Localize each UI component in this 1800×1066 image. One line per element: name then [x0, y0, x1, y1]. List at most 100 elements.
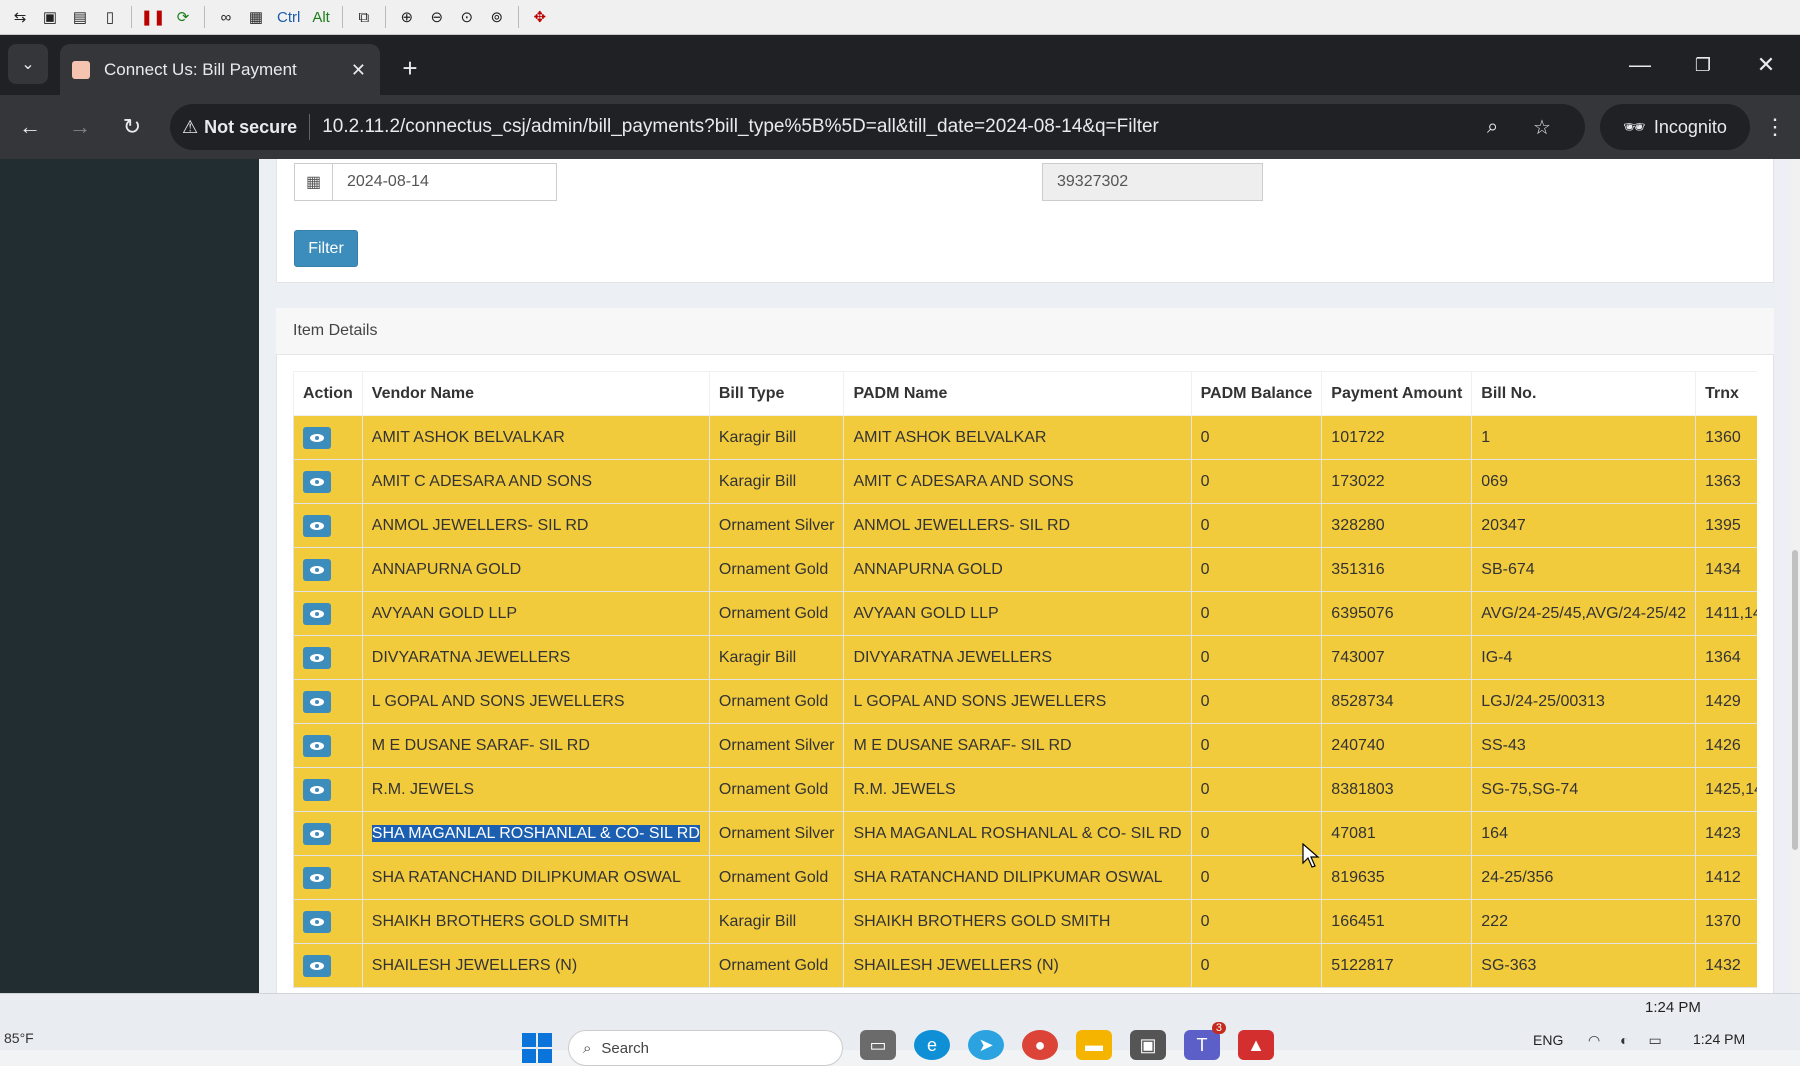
table-row: R.M. JEWELS Ornament Gold R.M. JEWELS 0 8381… — [293, 767, 1757, 812]
view-eye-icon[interactable] — [303, 734, 331, 757]
refresh-icon[interactable]: ⟳ — [171, 5, 195, 29]
language-indicator[interactable]: ENG — [1533, 1032, 1563, 1048]
url-text[interactable]: 10.2.11.2/connectus_csj/admin/bill_payme… — [322, 116, 1159, 138]
bill-payments-table: Action Vendor Name Bill Type PADM Name PADM … — [293, 371, 1757, 988]
till-date-input[interactable] — [333, 164, 556, 200]
cell-text: AMIT C ADESARA AND SONS — [371, 472, 592, 490]
view-eye-icon[interactable] — [303, 646, 331, 669]
filter-button[interactable]: Filter — [294, 230, 358, 267]
address-bar[interactable]: ⚠ Not secure 10.2.11.2/connectus_csj/adm… — [170, 104, 1585, 150]
forward-icon[interactable]: → — [60, 107, 100, 147]
view-eye-icon[interactable] — [303, 778, 331, 801]
table-cell: AVYAAN GOLD LLP — [843, 591, 1192, 636]
ctrl-key-button[interactable]: Ctrl — [274, 9, 303, 26]
alt-key-button[interactable]: Alt — [309, 9, 333, 26]
cell-text: AVG/24-25/45,AVG/24-25/42 — [1481, 604, 1687, 622]
tab-close-icon[interactable]: ✕ — [351, 60, 366, 81]
minimize-icon[interactable]: — — [1620, 45, 1660, 85]
table-cell: 166451 — [1321, 899, 1473, 944]
back-icon[interactable]: ← — [10, 107, 50, 147]
table-cell: AVG/24-25/45,AVG/24-25/42 — [1471, 591, 1697, 636]
cell-text: 351316 — [1331, 560, 1385, 578]
zoom-in-icon[interactable]: ⊕ — [395, 5, 419, 29]
file-explorer-icon[interactable]: ▬ — [1076, 1030, 1112, 1060]
warning-icon: ⚠ — [182, 116, 199, 137]
table-cell: Ornament Gold — [708, 591, 845, 636]
bookmark-star-icon[interactable]: ☆ — [1533, 115, 1551, 140]
tab-search-icon[interactable]: ⌄ — [8, 44, 48, 84]
start-icon[interactable] — [522, 1033, 552, 1063]
chrome-icon[interactable]: ● — [1022, 1030, 1058, 1060]
view-eye-icon[interactable] — [303, 558, 331, 581]
zoom-fit-icon[interactable]: ⊙ — [455, 5, 479, 29]
window-close-icon[interactable]: ✕ — [1746, 45, 1786, 85]
new-tab-icon[interactable]: + — [390, 48, 430, 88]
cell-text: 0 — [1200, 824, 1210, 842]
taskbar-search[interactable]: ⌕ Search — [568, 1030, 843, 1066]
incognito-badge[interactable]: 🕶 Incognito — [1600, 104, 1750, 150]
task-view-icon[interactable]: ▭ — [860, 1030, 896, 1060]
cell-text: SG-75,SG-74 — [1481, 780, 1579, 798]
table-cell: 5122817 — [1321, 943, 1473, 988]
mouse-cursor-icon — [1302, 843, 1320, 868]
table-cell: 1395 — [1695, 503, 1757, 548]
teams-icon[interactable]: T 3 — [1184, 1022, 1226, 1060]
taskbar-clock[interactable]: 1:24 PM — [1693, 1031, 1745, 1047]
action-cell — [293, 679, 363, 724]
cell-text: SHA RATANCHAND DILIPKUMAR OSWAL — [853, 868, 1163, 886]
table-cell: Ornament Silver — [708, 723, 845, 768]
view-eye-icon[interactable] — [303, 470, 331, 493]
browser-menu-icon[interactable]: ⋮ — [1760, 107, 1790, 147]
table-cell: 0 — [1190, 503, 1323, 548]
remote-desktop-icon[interactable]: ▣ — [1130, 1030, 1166, 1060]
table-row: M E DUSANE SARAF- SIL RD Ornament Silver M… — [293, 723, 1757, 768]
table-cell: 47081 — [1321, 811, 1473, 856]
cell-text: 240740 — [1331, 736, 1385, 754]
document-icon[interactable]: ▯ — [98, 5, 122, 29]
copy-icon[interactable]: ⧉ — [352, 5, 376, 29]
table-cell: 101722 — [1321, 415, 1473, 460]
transfer-icon[interactable]: ⇆ — [8, 5, 32, 29]
restore-icon[interactable]: ❐ — [1683, 45, 1723, 85]
link-icon[interactable]: ∞ — [214, 5, 238, 29]
scrollbar-thumb[interactable] — [1792, 550, 1798, 850]
tab-title: Connect Us: Bill Payment — [104, 60, 297, 79]
clipboard-icon[interactable]: ▤ — [68, 5, 92, 29]
telegram-icon[interactable]: ➤ — [968, 1030, 1004, 1060]
security-label[interactable]: Not secure — [204, 117, 297, 138]
pause-icon[interactable]: ❚❚ — [140, 5, 165, 29]
view-eye-icon[interactable] — [303, 866, 331, 889]
zoom-icon[interactable]: ⌕ — [1487, 116, 1498, 139]
weather-widget[interactable]: 85°F — [4, 1030, 34, 1046]
keyboard-icon[interactable]: ▦ — [244, 5, 268, 29]
view-eye-icon[interactable] — [303, 426, 331, 449]
cell-text: 0 — [1200, 780, 1210, 798]
cell-text: SHAIKH BROTHERS GOLD SMITH — [371, 912, 629, 930]
save-icon[interactable]: ▣ — [38, 5, 62, 29]
view-eye-icon[interactable] — [303, 514, 331, 537]
cell-text: SHA RATANCHAND DILIPKUMAR OSWAL — [371, 868, 681, 886]
tab-connect-us[interactable]: Connect Us: Bill Payment ✕ — [60, 44, 380, 96]
cell-text: 0 — [1200, 956, 1210, 974]
tray-icons[interactable]: ◠ ◐ ▭ — [1588, 1032, 1670, 1049]
fullscreen-icon[interactable]: ✥ — [528, 5, 552, 29]
view-eye-icon[interactable] — [303, 822, 331, 845]
cell-text: SG-363 — [1481, 956, 1537, 974]
view-eye-icon[interactable] — [303, 690, 331, 713]
cell-text: SHAILESH JEWELLERS (N) — [371, 956, 578, 974]
table-cell: AMIT ASHOK BELVALKAR — [361, 415, 710, 460]
view-eye-icon[interactable] — [303, 602, 331, 625]
app-icon[interactable]: ▲ — [1238, 1030, 1274, 1060]
reload-icon[interactable]: ↻ — [112, 107, 152, 147]
cell-text: DIVYARATNA JEWELLERS — [853, 648, 1053, 666]
edge-icon[interactable]: e — [914, 1030, 950, 1060]
view-eye-icon[interactable] — [303, 954, 331, 977]
cell-text: 173022 — [1331, 472, 1385, 490]
table-cell: 240740 — [1321, 723, 1473, 768]
calendar-icon[interactable]: ▦ — [295, 164, 333, 200]
till-date-field[interactable]: ▦ — [294, 163, 557, 201]
view-eye-icon[interactable] — [303, 910, 331, 933]
zoom-actual-icon[interactable]: ⊚ — [485, 5, 509, 29]
cell-text: SHA MAGANLAL ROSHANLAL & CO- SIL RD — [853, 824, 1182, 842]
zoom-out-icon[interactable]: ⊖ — [425, 5, 449, 29]
